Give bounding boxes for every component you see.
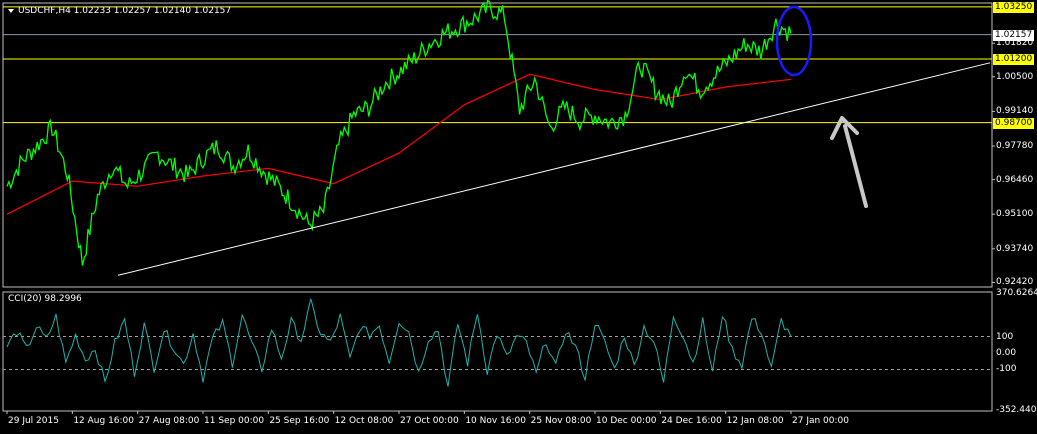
price-scale-label-10: 0.93740 xyxy=(996,243,1034,254)
price-tag-3: 1.01200 xyxy=(993,53,1035,65)
x-tick-label-0: 29 Jul 2015 xyxy=(8,416,59,426)
main-panel-frame xyxy=(2,2,993,288)
cci-panel-frame xyxy=(2,291,993,412)
annotation-arrow-shaft xyxy=(843,124,868,208)
x-tick-label-2: 27 Aug 08:00 xyxy=(138,416,200,426)
price-tag-0: 1.03250 xyxy=(993,1,1035,13)
x-tick-label-4: 25 Sep 16:00 xyxy=(269,416,330,426)
symbol-header: USDCHF,H4 1.02233 1.02257 1.02140 1.0215… xyxy=(18,6,232,16)
x-tick-label-5: 12 Oct 08:00 xyxy=(334,416,394,426)
price-scale-label-11: 0.92420 xyxy=(996,277,1034,288)
x-tick-label-9: 10 Dec 00:00 xyxy=(596,416,657,426)
x-tick-label-10: 24 Dec 16:00 xyxy=(661,416,722,426)
price-scale-label-7: 0.97780 xyxy=(996,141,1034,152)
cci-line xyxy=(6,298,792,387)
chart-canvas xyxy=(2,0,995,414)
cci-label: CCI(20) 98.2996 xyxy=(8,294,82,304)
triangle-down-icon xyxy=(8,9,14,13)
x-tick-label-11: 12 Jan 08:00 xyxy=(726,416,784,426)
price-line xyxy=(6,0,792,266)
price-tag-6: 0.98700 xyxy=(993,117,1035,129)
annotation-circle xyxy=(775,5,813,77)
price-scale-label-5: 0.99140 xyxy=(996,106,1034,117)
x-tick-label-12: 27 Jan 00:00 xyxy=(792,416,849,426)
trendline xyxy=(117,62,991,276)
cci-scale-label-1: 100 xyxy=(996,331,1014,342)
price-scale-label-8: 0.96460 xyxy=(996,174,1034,185)
x-tick-label-3: 11 Sep 00:00 xyxy=(204,416,265,426)
x-tick-label-7: 10 Nov 16:00 xyxy=(465,416,527,426)
cci-scale-label-3: -100 xyxy=(996,364,1017,375)
cci-scale-label-0: 370.6264 xyxy=(996,288,1037,298)
x-tick-label-6: 27 Oct 00:00 xyxy=(400,416,459,426)
price-scale-label-2: 1.01820 xyxy=(996,38,1034,49)
cci-scale-label-4: -352.4404 xyxy=(996,405,1037,415)
x-tick-label-8: 25 Nov 08:00 xyxy=(530,416,592,426)
price-scale-label-4: 1.00500 xyxy=(996,71,1034,82)
price-scale-label-9: 0.95100 xyxy=(996,209,1034,220)
x-tick-label-1: 12 Aug 16:00 xyxy=(73,416,135,426)
cci-scale-label-2: 0.00 xyxy=(996,347,1017,358)
